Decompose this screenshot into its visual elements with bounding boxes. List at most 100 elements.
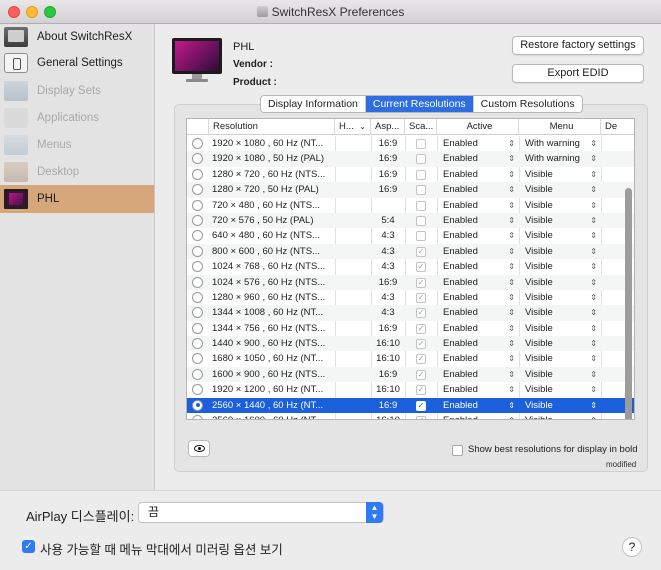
active-popup[interactable]: Enabled ⇕ [437, 321, 519, 336]
active-popup[interactable]: Enabled ⇕ [437, 382, 519, 397]
menu-popup[interactable]: Visible ⇕ [519, 413, 601, 419]
radio-button[interactable] [192, 138, 203, 149]
active-popup[interactable]: Enabled ⇕ [437, 182, 519, 197]
export-edid-button[interactable]: Export EDID [512, 64, 644, 83]
radio-button[interactable] [192, 368, 203, 380]
active-popup[interactable]: Enabled ⇕ [437, 198, 519, 213]
row-radio[interactable] [192, 305, 204, 320]
table-row[interactable]: 1680 × 1050 , 60 Hz (NT... 16:10 ✓ Enabled ⇕… [187, 351, 634, 366]
radio-button[interactable] [192, 168, 203, 180]
scrollbar-thumb[interactable] [625, 188, 632, 419]
row-radio[interactable] [192, 198, 204, 213]
row-radio[interactable] [192, 151, 204, 166]
radio-button[interactable] [192, 230, 203, 242]
tab-custom-resolutions[interactable]: Custom Resolutions [474, 96, 582, 112]
table-row[interactable]: 720 × 576 , 50 Hz (PAL) 5:4 Enabled ⇕ Visibl… [187, 212, 634, 229]
row-radio[interactable] [192, 259, 204, 274]
scaled-checkbox[interactable] [416, 169, 426, 180]
table-row[interactable]: 1280 × 720 , 50 Hz (PAL) 16:9 Enabled ⇕ Visi… [187, 182, 634, 198]
menu-popup[interactable]: Visible ⇕ [519, 305, 601, 320]
column-header-menu[interactable]: Menu [519, 119, 601, 135]
row-radio[interactable] [192, 182, 204, 197]
menu-popup[interactable]: Visible ⇕ [519, 182, 601, 197]
menu-popup[interactable]: With warning ⇕ [519, 136, 601, 151]
row-radio[interactable] [192, 275, 204, 290]
row-radio[interactable] [192, 136, 204, 151]
table-row[interactable]: 1920 × 1200 , 60 Hz (NT... 16:10 ✓ Enabled ⇕… [187, 382, 634, 397]
scaled-checkbox[interactable] [416, 200, 426, 211]
radio-button[interactable] [192, 184, 203, 196]
table-row[interactable]: 1920 × 1080 , 60 Hz (NT... 16:9 Enabled ⇕ Wi… [187, 136, 634, 151]
menu-popup[interactable]: With warning ⇕ [519, 151, 601, 166]
radio-button[interactable] [192, 322, 203, 334]
scaled-checkbox[interactable]: ✓ [416, 400, 426, 411]
scaled-checkbox[interactable]: ✓ [416, 246, 426, 257]
scaled-checkbox[interactable]: ✓ [416, 308, 426, 319]
tab-current-resolutions[interactable]: Current Resolutions [365, 96, 474, 112]
radio-button[interactable] [192, 245, 203, 257]
scaled-checkbox[interactable]: ✓ [416, 354, 426, 365]
scaled-checkbox[interactable]: ✓ [416, 277, 426, 288]
radio-button[interactable] [192, 261, 203, 273]
menu-popup[interactable]: Visible ⇕ [519, 398, 601, 413]
active-popup[interactable]: Enabled ⇕ [437, 367, 519, 382]
row-radio[interactable] [192, 213, 204, 228]
radio-button[interactable] [192, 415, 203, 419]
table-row[interactable]: 720 × 480 , 60 Hz (NTS... Enabled ⇕ Visible… [187, 198, 634, 213]
menu-popup[interactable]: Visible ⇕ [519, 167, 601, 182]
menu-popup[interactable]: Visible ⇕ [519, 259, 601, 274]
table-row[interactable]: 1280 × 960 , 60 Hz (NTS... 4:3 ✓ Enabled ⇕ Vi… [187, 290, 634, 305]
menu-popup[interactable]: Visible ⇕ [519, 228, 601, 243]
radio-button[interactable] [192, 399, 203, 411]
active-popup[interactable]: Enabled ⇕ [437, 305, 519, 320]
row-radio[interactable] [192, 290, 204, 305]
active-popup[interactable]: Enabled ⇕ [437, 351, 519, 366]
sidebar-item-general-settings[interactable]: General Settings [0, 50, 154, 76]
column-header-active[interactable]: Active [437, 119, 519, 135]
best-resolutions-checkbox[interactable] [452, 445, 463, 456]
scaled-checkbox[interactable]: ✓ [416, 323, 426, 334]
scaled-checkbox[interactable]: ✓ [416, 369, 426, 380]
scaled-checkbox[interactable] [416, 139, 426, 149]
radio-button[interactable] [192, 307, 203, 319]
table-row[interactable]: 1344 × 1008 , 60 Hz (NT... 4:3 ✓ Enabled ⇕ Vi… [187, 305, 634, 321]
active-popup[interactable]: Enabled ⇕ [437, 336, 519, 351]
radio-button[interactable] [192, 291, 203, 303]
table-row[interactable]: 1280 × 720 , 60 Hz (NTS... 16:9 Enabled ⇕ Vi… [187, 167, 634, 182]
menu-popup[interactable]: Visible ⇕ [519, 198, 601, 213]
sidebar-item-about[interactable]: About SwitchResX [0, 24, 154, 50]
table-row[interactable]: 2560 × 1440 , 60 Hz (NT... 16:9 ✓ Enabled ⇕ V… [187, 397, 634, 414]
tab-display-information[interactable]: Display Information [261, 96, 366, 112]
radio-button[interactable] [192, 384, 203, 396]
active-popup[interactable]: Enabled ⇕ [437, 228, 519, 243]
row-radio[interactable] [192, 382, 204, 397]
row-radio[interactable] [192, 167, 204, 182]
scaled-checkbox[interactable]: ✓ [416, 292, 426, 303]
active-popup[interactable]: Enabled ⇕ [437, 413, 519, 419]
radio-button[interactable] [192, 214, 203, 226]
active-popup[interactable]: Enabled ⇕ [437, 259, 519, 274]
menu-popup[interactable]: Visible ⇕ [519, 213, 601, 228]
column-header-scaled[interactable]: Sca... [405, 119, 437, 135]
menu-popup[interactable]: Visible ⇕ [519, 382, 601, 397]
sidebar-item-phl[interactable]: PHL [0, 185, 154, 213]
table-row[interactable]: 1600 × 900 , 60 Hz (NTS... 16:9 ✓ Enabled ⇕ V… [187, 366, 634, 383]
active-popup[interactable]: Enabled ⇕ [437, 167, 519, 182]
scaled-checkbox[interactable] [416, 215, 426, 226]
menu-popup[interactable]: Visible ⇕ [519, 290, 601, 305]
table-scrollbar[interactable] [624, 136, 633, 419]
airplay-display-select[interactable]: 끔 ▲ ▼ [138, 502, 384, 523]
column-header-select[interactable] [187, 119, 209, 135]
table-row[interactable]: 800 × 600 , 60 Hz (NTS... 4:3 ✓ Enabled ⇕ Vis… [187, 243, 634, 260]
scaled-checkbox[interactable] [416, 154, 426, 165]
radio-button[interactable] [192, 153, 203, 165]
active-popup[interactable]: Enabled ⇕ [437, 290, 519, 305]
scaled-checkbox[interactable]: ✓ [416, 416, 426, 419]
scaled-checkbox[interactable] [416, 185, 426, 196]
table-row[interactable]: 1920 × 1080 , 50 Hz (PAL) 16:9 Enabled ⇕ Wit… [187, 151, 634, 167]
help-button[interactable]: ? [622, 537, 642, 557]
scaled-checkbox[interactable]: ✓ [416, 385, 426, 396]
menu-popup[interactable]: Visible ⇕ [519, 367, 601, 382]
active-popup[interactable]: Enabled ⇕ [437, 244, 519, 259]
menu-popup[interactable]: Visible ⇕ [519, 275, 601, 290]
